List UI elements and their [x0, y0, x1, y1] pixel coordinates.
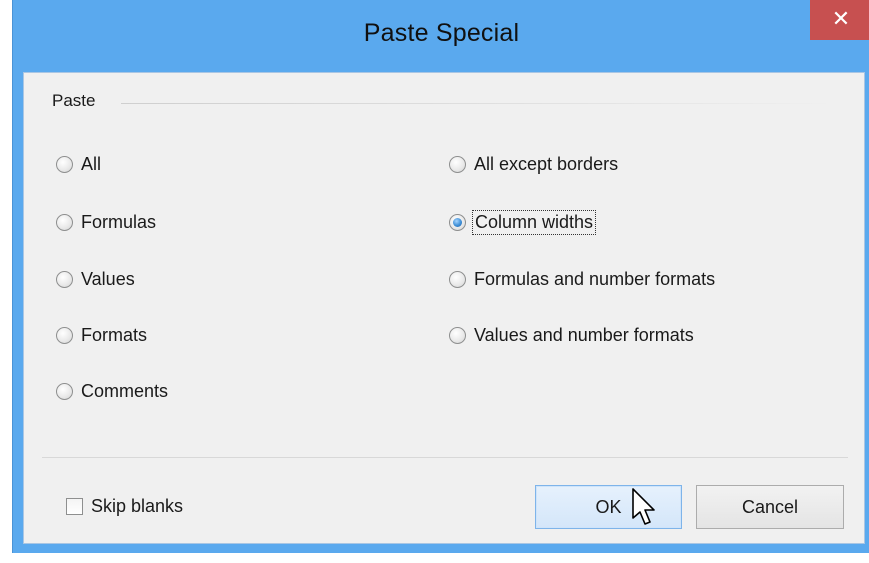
radio-formulas[interactable]: Formulas: [56, 209, 156, 235]
radio-button[interactable]: [449, 155, 466, 173]
close-button[interactable]: ✕: [810, 0, 869, 40]
radio-label: Column widths: [471, 209, 597, 235]
radio-all-except-borders[interactable]: All except borders: [449, 151, 618, 177]
radio-button[interactable]: [449, 270, 466, 288]
radio-formats[interactable]: Formats: [56, 322, 147, 348]
radio-label: All: [81, 153, 102, 174]
ok-button[interactable]: OK: [535, 485, 682, 529]
radio-label: All except borders: [474, 153, 619, 174]
radio-values-and-number-formats[interactable]: Values and number formats: [449, 322, 694, 348]
radio-button[interactable]: [56, 213, 73, 231]
paste-special-dialog: Paste Special ✕ Paste All Formulas Value…: [12, 0, 869, 553]
radio-comments[interactable]: Comments: [56, 378, 168, 404]
group-separator: [121, 103, 836, 104]
footer-separator: [42, 457, 848, 458]
radio-column-widths[interactable]: Column widths: [449, 209, 597, 235]
radio-label: Values and number formats: [474, 324, 694, 345]
radio-label: Formats: [81, 324, 148, 345]
cancel-button[interactable]: Cancel: [696, 485, 844, 529]
radio-all[interactable]: All: [56, 151, 101, 177]
dialog-title: Paste Special: [363, 19, 520, 47]
paste-group-label: Paste: [52, 91, 96, 110]
skip-blanks-checkbox[interactable]: Skip blanks: [66, 496, 183, 517]
checkbox[interactable]: [66, 498, 83, 515]
radio-button[interactable]: [56, 382, 73, 400]
radio-label: Formulas and number formats: [474, 268, 716, 289]
close-icon: ✕: [831, 6, 851, 31]
radio-button[interactable]: [449, 326, 466, 344]
radio-button[interactable]: [56, 270, 73, 288]
radio-formulas-and-number-formats[interactable]: Formulas and number formats: [449, 266, 715, 292]
radio-label: Formulas: [81, 211, 157, 232]
radio-values[interactable]: Values: [56, 266, 135, 292]
dialog-body: Paste All Formulas Values Formats Commen…: [23, 72, 865, 544]
radio-label: Comments: [81, 380, 169, 401]
radio-button[interactable]: [56, 155, 73, 173]
title-bar[interactable]: Paste Special ✕: [13, 0, 869, 80]
radio-label: Values: [81, 268, 135, 289]
checkbox-label: Skip blanks: [91, 496, 184, 516]
radio-button-selected[interactable]: [449, 213, 466, 231]
radio-button[interactable]: [56, 326, 73, 344]
